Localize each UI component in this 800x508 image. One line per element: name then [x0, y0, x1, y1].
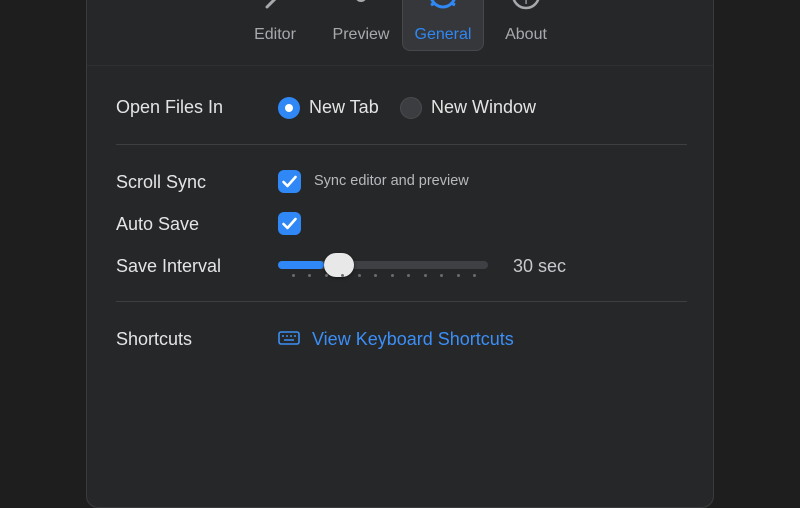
save-interval-label: Save Interval [116, 256, 222, 276]
view-keyboard-shortcuts-link[interactable]: View Keyboard Shortcuts [312, 329, 514, 350]
svg-text:i: i [524, 0, 527, 7]
tab-editor-label: Editor [254, 26, 296, 43]
slider-tick [324, 274, 328, 277]
tab-about[interactable]: i About [490, 0, 562, 51]
slider-knob[interactable] [324, 253, 355, 277]
radio-new-tab[interactable] [278, 97, 300, 119]
info-icon: i [509, 0, 543, 20]
slider-tick [292, 274, 295, 277]
save-interval-value: 30 sec [513, 256, 567, 276]
slider-tick [390, 274, 394, 277]
slider-fill [278, 261, 325, 269]
preferences-window: Editor Preview General i About Open File… [86, 0, 714, 508]
scroll-sync-checkbox[interactable] [278, 170, 301, 193]
slider-tick [473, 274, 476, 277]
divider [116, 301, 687, 302]
tab-general-label: General [414, 26, 472, 43]
auto-save-checkbox[interactable] [278, 212, 301, 235]
auto-save-label: Auto Save [116, 214, 200, 234]
open-files-label: Open Files In [116, 97, 224, 117]
radio-new-window-label[interactable]: New Window [431, 97, 536, 118]
scroll-sync-label: Scroll Sync [116, 172, 207, 192]
slider-tick [440, 274, 444, 277]
tab-preview-label: Preview [332, 26, 390, 43]
tab-about-label: About [505, 26, 547, 43]
gear-icon [425, 0, 461, 20]
slider-tick [423, 274, 427, 277]
eye-icon [339, 0, 383, 16]
shortcuts-label: Shortcuts [116, 329, 193, 349]
slider-tick [308, 274, 312, 277]
slider-tick [456, 274, 460, 277]
keyboard-icon [278, 330, 300, 351]
radio-new-window[interactable] [400, 97, 422, 119]
divider [116, 144, 687, 145]
tab-editor[interactable]: Editor [237, 0, 313, 51]
tab-general[interactable]: General [402, 0, 484, 51]
slider-tick [357, 274, 361, 277]
slider-tick [407, 274, 411, 277]
pencil-icon [262, 0, 288, 14]
save-interval-slider[interactable] [278, 253, 488, 277]
tab-preview[interactable]: Preview [322, 0, 400, 51]
preferences-toolbar: Editor Preview General i About [87, 0, 713, 66]
slider-tick [374, 274, 378, 277]
scroll-sync-description: Sync editor and preview [314, 173, 469, 189]
radio-new-tab-label[interactable]: New Tab [309, 97, 379, 118]
